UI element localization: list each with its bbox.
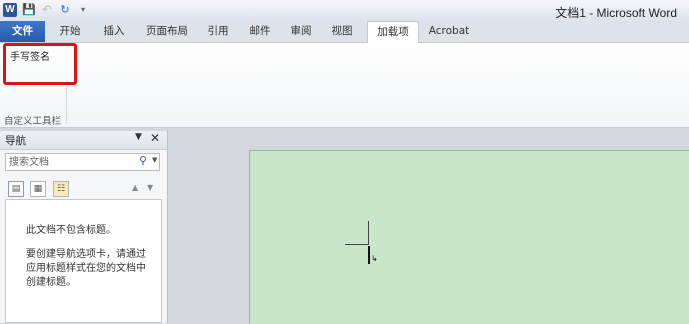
text-cursor-icon: [368, 246, 370, 264]
tab-browse-headings[interactable]: ▤: [8, 181, 24, 197]
crosshair-cursor-v: [368, 221, 369, 245]
cursor-marker-icon: ↳: [371, 254, 378, 263]
previous-arrow-icon[interactable]: ▲: [132, 183, 138, 192]
tab-acrobat[interactable]: Acrobat: [424, 21, 474, 42]
tab-insert[interactable]: 插入: [96, 21, 132, 42]
tab-addins[interactable]: 加载项: [367, 21, 419, 43]
nav-search-box: ⚲ ▼: [5, 153, 160, 171]
tab-browse-results[interactable]: ☷: [53, 181, 69, 197]
tab-browse-pages[interactable]: ▦: [30, 181, 46, 197]
search-input[interactable]: [9, 155, 129, 169]
handwritten-signature-button[interactable]: 手写签名: [10, 48, 50, 63]
nav-empty-message: 此文档不包含标题。: [26, 225, 116, 236]
nav-results-panel: 此文档不包含标题。 要创建导航选项卡，请通过应用标题样式在您的文档中创建标题。: [5, 199, 162, 323]
nav-title: 导航: [5, 135, 26, 147]
navigation-pane: 导航 ▼ ✕ ⚲ ▼ ▤ ▦ ☷ ▲ ▼ 此文档不包含标题。 要创建导航选项卡，…: [0, 131, 168, 323]
tab-home[interactable]: 开始: [52, 21, 88, 42]
tab-references[interactable]: 引用: [201, 21, 235, 42]
ribbon: 手写签名 自定义工具栏: [0, 43, 689, 128]
tab-page-layout[interactable]: 页面布局: [139, 21, 195, 42]
tab-view[interactable]: 视图: [325, 21, 359, 42]
close-icon[interactable]: ✕: [150, 131, 160, 145]
chevron-down-icon[interactable]: ▾: [76, 3, 90, 17]
ribbon-tab-row: 文件 开始 插入 页面布局 引用 邮件 审阅 视图 加载项 Acrobat: [0, 21, 689, 43]
chevron-down-icon[interactable]: ▼: [152, 156, 157, 164]
tab-file[interactable]: 文件: [0, 21, 45, 42]
next-arrow-icon[interactable]: ▼: [147, 183, 153, 192]
pane-menu-icon[interactable]: ▼: [135, 132, 142, 142]
nav-instructions: 要创建导航选项卡，请通过应用标题样式在您的文档中创建标题。: [26, 249, 146, 288]
undo-icon[interactable]: ↶: [40, 3, 54, 17]
window-title: 文档1 - Microsoft Word: [555, 6, 677, 20]
save-icon[interactable]: 💾: [22, 3, 36, 17]
word-logo-icon[interactable]: W: [3, 3, 17, 17]
redo-icon[interactable]: ↻: [58, 3, 72, 17]
tab-mailings[interactable]: 邮件: [243, 21, 277, 42]
crosshair-cursor-h: [345, 244, 369, 245]
group-separator: [66, 87, 67, 123]
tab-review[interactable]: 审阅: [284, 21, 318, 42]
title-bar: W 💾 ↶ ↻ ▾ 文档1 - Microsoft Word: [0, 0, 689, 22]
ribbon-group-label: 自定义工具栏: [4, 116, 62, 127]
document-page[interactable]: ↳: [249, 150, 689, 324]
nav-header: 导航 ▼ ✕: [0, 131, 167, 150]
search-icon[interactable]: ⚲: [139, 154, 147, 167]
